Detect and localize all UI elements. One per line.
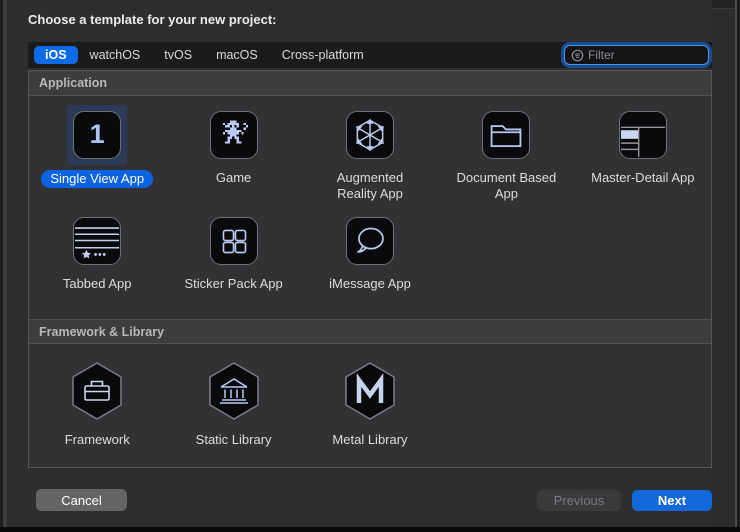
template-item-sticker-pack-app[interactable]: Sticker Pack App [165,202,301,292]
platform-tabbar: iOS watchOS tvOS macOS Cross-platform [28,42,712,68]
template-item-tabbed-app[interactable]: Tabbed App [29,202,165,292]
template-item-label: Metal Library [332,432,407,448]
window-edge-left-light [3,0,7,532]
metal-library-icon [342,361,398,421]
template-item-framework[interactable]: Framework [29,344,165,448]
template-item-label: Framework [65,432,130,448]
augmented-reality-app-icon [346,111,394,159]
template-item-label: Game [216,170,251,186]
game-icon [210,111,258,159]
master-detail-app-icon [619,111,667,159]
template-item-metal-library[interactable]: Metal Library [302,344,438,448]
window-edge-bottom [0,527,740,532]
filter-icon [571,49,584,62]
window-edge-top-right-corner [712,0,735,9]
section-header-framework-library: Framework & Library [29,319,711,344]
application-template-grid: 1 Single View App Game [29,96,711,319]
section-header-application: Application [29,71,711,96]
framework-library-grid: Framework [29,344,711,448]
previous-button[interactable]: Previous [537,490,621,511]
template-item-label: Tabbed App [63,276,132,292]
template-item-game[interactable]: Game [165,96,301,202]
tab-macos[interactable]: macOS [204,46,270,64]
framework-icon [69,361,125,421]
template-item-master-detail-app[interactable]: Master-Detail App [575,96,711,202]
new-project-template-dialog: Choose a template for your new project: … [0,0,740,532]
tab-watchos[interactable]: watchOS [78,46,153,64]
static-library-icon [206,361,262,421]
template-item-single-view-app[interactable]: 1 Single View App [29,96,165,202]
template-panel: Application 1 Single View App [28,70,712,468]
template-item-label: iMessage App [329,276,411,292]
template-item-document-based-app[interactable]: Document Based App [438,96,574,202]
template-item-label: Static Library [196,432,272,448]
tab-cross-platform[interactable]: Cross-platform [270,46,376,64]
template-item-label: Augmented Reality App [317,170,423,202]
filter-input[interactable] [588,48,702,62]
template-item-label: Single View App [41,170,153,188]
sticker-pack-app-icon [210,217,258,265]
imessage-app-icon [346,217,394,265]
filter-field[interactable] [564,45,709,65]
tab-tvos[interactable]: tvOS [152,46,204,64]
next-button[interactable]: Next [632,490,712,511]
template-item-label: Document Based App [453,170,559,202]
template-item-augmented-reality-app[interactable]: Augmented Reality App [302,96,438,202]
single-view-app-glyph: 1 [90,121,105,148]
tabbed-app-icon [73,217,121,265]
window-edge-right-column [712,0,735,532]
template-item-label: Master-Detail App [591,170,694,186]
single-view-app-icon: 1 [73,111,121,159]
tab-ios[interactable]: iOS [34,46,78,64]
cancel-button[interactable]: Cancel [36,489,127,511]
document-based-app-icon [482,111,530,159]
template-item-static-library[interactable]: Static Library [165,344,301,448]
selection-plate: 1 [67,105,127,165]
dialog-title: Choose a template for your new project: [28,12,277,27]
template-item-label: Sticker Pack App [184,276,282,292]
template-item-imessage-app[interactable]: iMessage App [302,202,438,292]
